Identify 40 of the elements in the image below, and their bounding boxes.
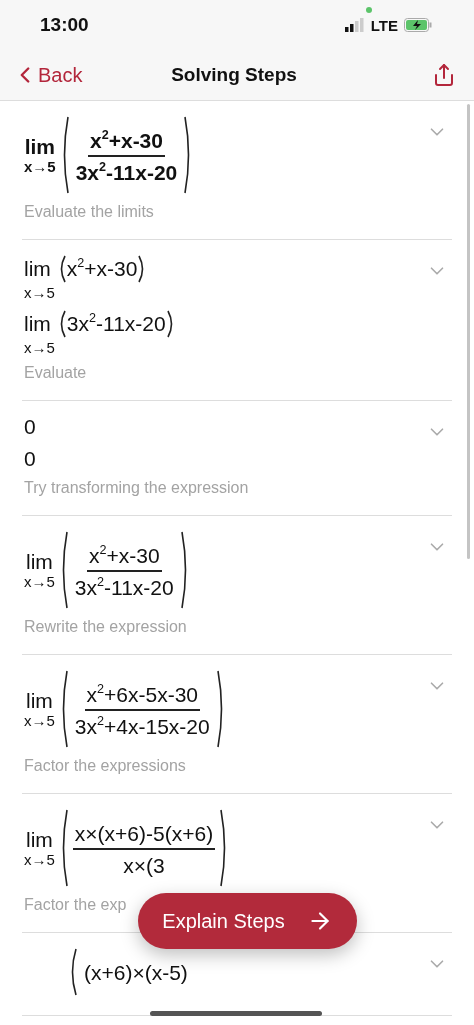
step-hint: Try transforming the expression (24, 479, 249, 497)
limit-label: lim (26, 549, 53, 574)
result-value: 0 (24, 447, 36, 471)
limit-subscript: x→5 (24, 851, 55, 869)
limit-subscript: x→5 (24, 712, 55, 730)
limit-expression: x$^{2}$+x-30 (66, 257, 138, 281)
signal-icon (344, 18, 365, 32)
limit-label: lim (26, 827, 53, 852)
limit-label: lim (24, 312, 51, 336)
fraction-denominator: 3x$^{2}$-11x-20 (73, 574, 175, 600)
limit-subscript: x→5 (24, 573, 55, 591)
step-hint: Evaluate (24, 364, 87, 382)
step-hint: Rewrite the expression (24, 618, 187, 636)
fraction-denominator: 3x$^{2}$-11x-20 (74, 159, 179, 185)
fraction-numerator: x×(x+6)-5(x+6) (72, 818, 216, 850)
fraction-numerator: (x+6)×(x-5) (83, 960, 189, 986)
fraction-denominator: 3x$^{2}$+4x-15x-20 (73, 713, 211, 739)
limit-label: lim (24, 134, 55, 159)
fraction-denominator: x×(3 (122, 853, 166, 878)
screen-title: Solving Steps (171, 64, 297, 86)
status-time: 13:00 (40, 14, 89, 36)
result-value: 0 (24, 415, 36, 439)
fraction-numerator: x$^{2}$+6x-5x-30 (84, 679, 200, 711)
limit-subscript: x→5 (24, 158, 56, 176)
back-button[interactable]: Back (12, 62, 102, 88)
step-hint: Factor the exp (24, 896, 127, 914)
explain-steps-button[interactable]: Explain Steps (138, 893, 357, 949)
limit-subscript: x→5 (24, 339, 56, 356)
fraction-numerator: x$^{2}$+x-30 (86, 540, 162, 572)
limit-label: lim (24, 257, 51, 281)
network-label: LTE (370, 16, 398, 34)
indicator-dot (366, 7, 372, 13)
limit-expression: 3x$^{2}$-11x-20 (66, 312, 166, 336)
limit-subscript: x→5 (24, 284, 56, 301)
share-icon (432, 63, 456, 87)
battery-icon (404, 18, 432, 32)
fraction-numerator: x$^{2}$+x-30 (88, 125, 165, 157)
step-hint: Evaluate the limits (24, 203, 154, 221)
step-hint: Factor the expressions (24, 757, 186, 775)
limit-label: lim (26, 688, 53, 713)
